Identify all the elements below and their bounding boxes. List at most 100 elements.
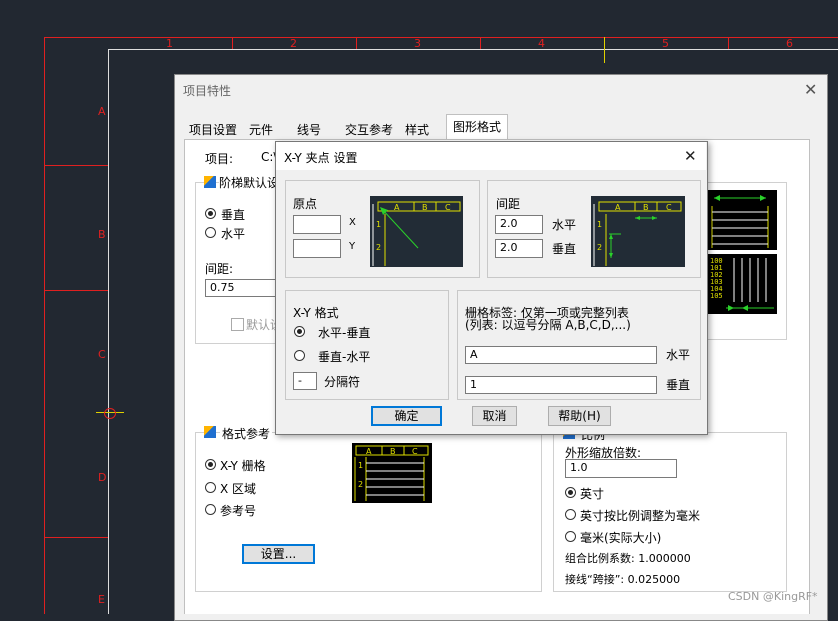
grid-vertical-label: 垂直 [666,378,691,392]
ruler-tick [356,37,357,49]
inch-scaled-radio[interactable] [565,509,576,520]
inch-radio[interactable] [565,487,576,498]
ladder-preview-vertical [706,190,777,250]
separator-label: 分隔符 [324,375,361,389]
default-checkbox[interactable] [231,318,244,331]
ruler-number: 1 [166,37,173,50]
horiz-vert-radio[interactable] [294,326,305,337]
spacing-preview: A B C 1 2 [591,196,685,267]
ruler-letter: A [98,105,106,118]
svg-text:B: B [390,447,396,456]
spacing-preview-col: C [666,203,672,212]
ladder-preview-horizontal: 100 101 102 103 104 105 [706,254,777,314]
ladder-group-title: 阶梯默认设 [219,174,282,191]
spacing-vertical-label: 垂直 [552,242,577,256]
spacing-input[interactable]: 0.75 [205,279,280,297]
spacing-title: 间距 [496,197,521,211]
grid-horizontal-input[interactable]: A [465,346,657,364]
origin-x-input[interactable] [293,215,341,234]
origin-preview-col: C [445,203,451,212]
spacing-preview-col: B [643,203,649,212]
tab-wire-numbers[interactable]: 线号 [297,120,321,140]
settings-button[interactable]: 设置... [242,544,315,564]
inner-border-top [108,49,838,50]
crosshair-marker [104,408,116,419]
grid-horizontal-label: 水平 [666,348,691,362]
tab-project-settings[interactable]: 项目设置 [189,120,237,140]
mm-full-label: 毫米(实际大小) [580,531,662,545]
ruler-letter: B [98,228,106,241]
vertical-radio[interactable] [205,208,216,219]
ruler-number: 5 [662,37,669,50]
ruler-number: 3 [414,37,421,50]
border-top [44,37,838,38]
border-left [44,37,45,614]
ruler-number: 6 [786,37,793,50]
inner-border-left [108,49,109,614]
mm-full-radio[interactable] [565,531,576,542]
spacing-vertical-input[interactable]: 2.0 [495,239,543,258]
svg-text:A: A [366,447,372,456]
tab-components[interactable]: 元件 [249,120,273,140]
format-ref-title: 格式参考 [220,425,273,442]
x-zone-label: X 区域 [220,482,257,496]
dialog-title: 项目特性 [183,84,232,98]
ok-button[interactable]: 确定 [371,406,442,426]
origin-y-label: Y [349,241,356,252]
horizontal-label: 水平 [221,227,246,241]
format-ref-icon [204,426,216,438]
origin-x-label: X [349,217,356,228]
origin-preview-col: A [394,203,400,212]
ref-number-radio[interactable] [205,504,216,515]
origin-preview-row: 1 [376,220,381,229]
tab-cross-reference[interactable]: 交互参考 [345,120,393,140]
origin-title: 原点 [293,197,318,211]
separator-input[interactable]: - [293,372,317,390]
x-zone-radio[interactable] [205,482,216,493]
ruler-tick [728,37,729,49]
horizontal-radio[interactable] [205,227,216,238]
tab-drawing-format-label: 图形格式 [452,120,501,134]
spacing-horizontal-input[interactable]: 2.0 [495,215,543,234]
spacing-preview-row: 2 [597,243,602,252]
feature-scale-input[interactable]: 1.0 [565,459,677,478]
ruler-letter: E [98,593,105,606]
tab-styles[interactable]: 样式 [405,120,429,140]
help-button[interactable]: 帮助(H) [548,406,611,426]
xy-dialog-title: X-Y 夹点 设置 [284,151,358,165]
ruler-tick [232,37,233,49]
tab-drawing-format[interactable]: 图形格式 [446,114,508,140]
inch-label: 英寸 [580,487,605,501]
svg-text:1: 1 [358,461,363,470]
inch-scaled-label: 英寸按比例调整为毫米 [580,509,701,523]
cancel-button[interactable]: 取消 [472,406,517,426]
origin-y-input[interactable] [293,239,341,258]
ruler-number: 4 [538,37,545,50]
vert-horiz-radio[interactable] [294,350,305,361]
svg-text:2: 2 [358,480,363,489]
xy-close-icon[interactable]: ✕ [684,147,697,165]
ruler-tick [44,537,108,538]
svg-text:C: C [412,447,418,456]
spacing-label: 间距: [205,262,234,276]
origin-preview: A B C 1 2 [370,196,463,267]
project-label: 项目: [205,152,234,166]
spacing-preview-col: A [615,203,621,212]
jumper-gap-text: 接线“跨接”: 0.025000 [565,573,681,586]
ruler-letter: D [98,471,107,484]
xy-grid-radio[interactable] [205,459,216,470]
spacing-horizontal-label: 水平 [552,218,577,232]
grid-vertical-input[interactable]: 1 [465,376,657,394]
ruler-number: 2 [290,37,297,50]
horiz-vert-label: 水平-垂直 [318,326,371,340]
xy-format-title: X-Y 格式 [293,306,339,320]
close-icon[interactable]: ✕ [804,80,817,99]
spacing-preview-row: 1 [597,220,602,229]
origin-preview-col: B [422,203,428,212]
xy-grid-label: X-Y 栅格 [220,459,266,473]
vert-horiz-label: 垂直-水平 [318,350,371,364]
ruler-letter: C [98,348,106,361]
watermark: CSDN @KingRF* [728,590,818,603]
ruler-tick [44,290,108,291]
format-ref-preview: A B C 1 2 [352,443,432,503]
